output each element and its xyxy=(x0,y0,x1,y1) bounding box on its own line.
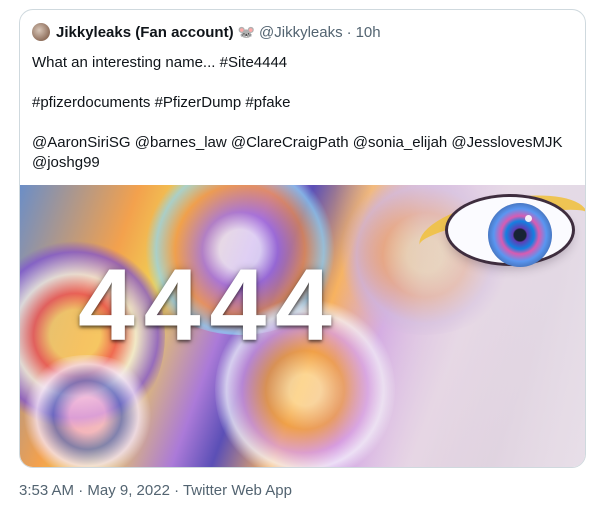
media-number-text: 4444 xyxy=(78,248,341,362)
tweet-media-image[interactable]: 4444 xyxy=(20,185,585,467)
user-handle[interactable]: @Jikkyleaks xyxy=(259,24,343,41)
tweet-line-3: #pfizerdocuments #PfizerDump #pfake xyxy=(32,94,291,111)
tweet-line-4 xyxy=(32,113,563,133)
eye-iris xyxy=(488,203,552,267)
separator-dot: · xyxy=(346,23,352,41)
tweet-line-2 xyxy=(32,73,563,93)
tweet-line-5: @AaronSiriSG @barnes_law @ClareCraigPath… xyxy=(32,134,563,151)
eye-highlight xyxy=(525,215,532,222)
mouse-emoji-icon: 🐭 xyxy=(237,23,256,40)
tweet-timestamp[interactable]: 3:53 AM · May 9, 2022 · Twitter Web App xyxy=(19,482,292,499)
tweet-age[interactable]: 10h xyxy=(356,24,381,41)
tweet-line-1: What an interesting name... #Site4444 xyxy=(32,54,288,71)
tweet-card[interactable]: Jikkyleaks (Fan account) 🐭 @Jikkyleaks ·… xyxy=(19,9,586,468)
avatar[interactable] xyxy=(32,23,50,41)
tweet-text: What an interesting name... #Site4444 #p… xyxy=(32,53,563,173)
display-name[interactable]: Jikkyleaks (Fan account) xyxy=(56,24,234,41)
tweet-line-6: @joshg99 xyxy=(32,154,100,171)
tweet-header: Jikkyleaks (Fan account) 🐭 @Jikkyleaks ·… xyxy=(32,22,381,42)
